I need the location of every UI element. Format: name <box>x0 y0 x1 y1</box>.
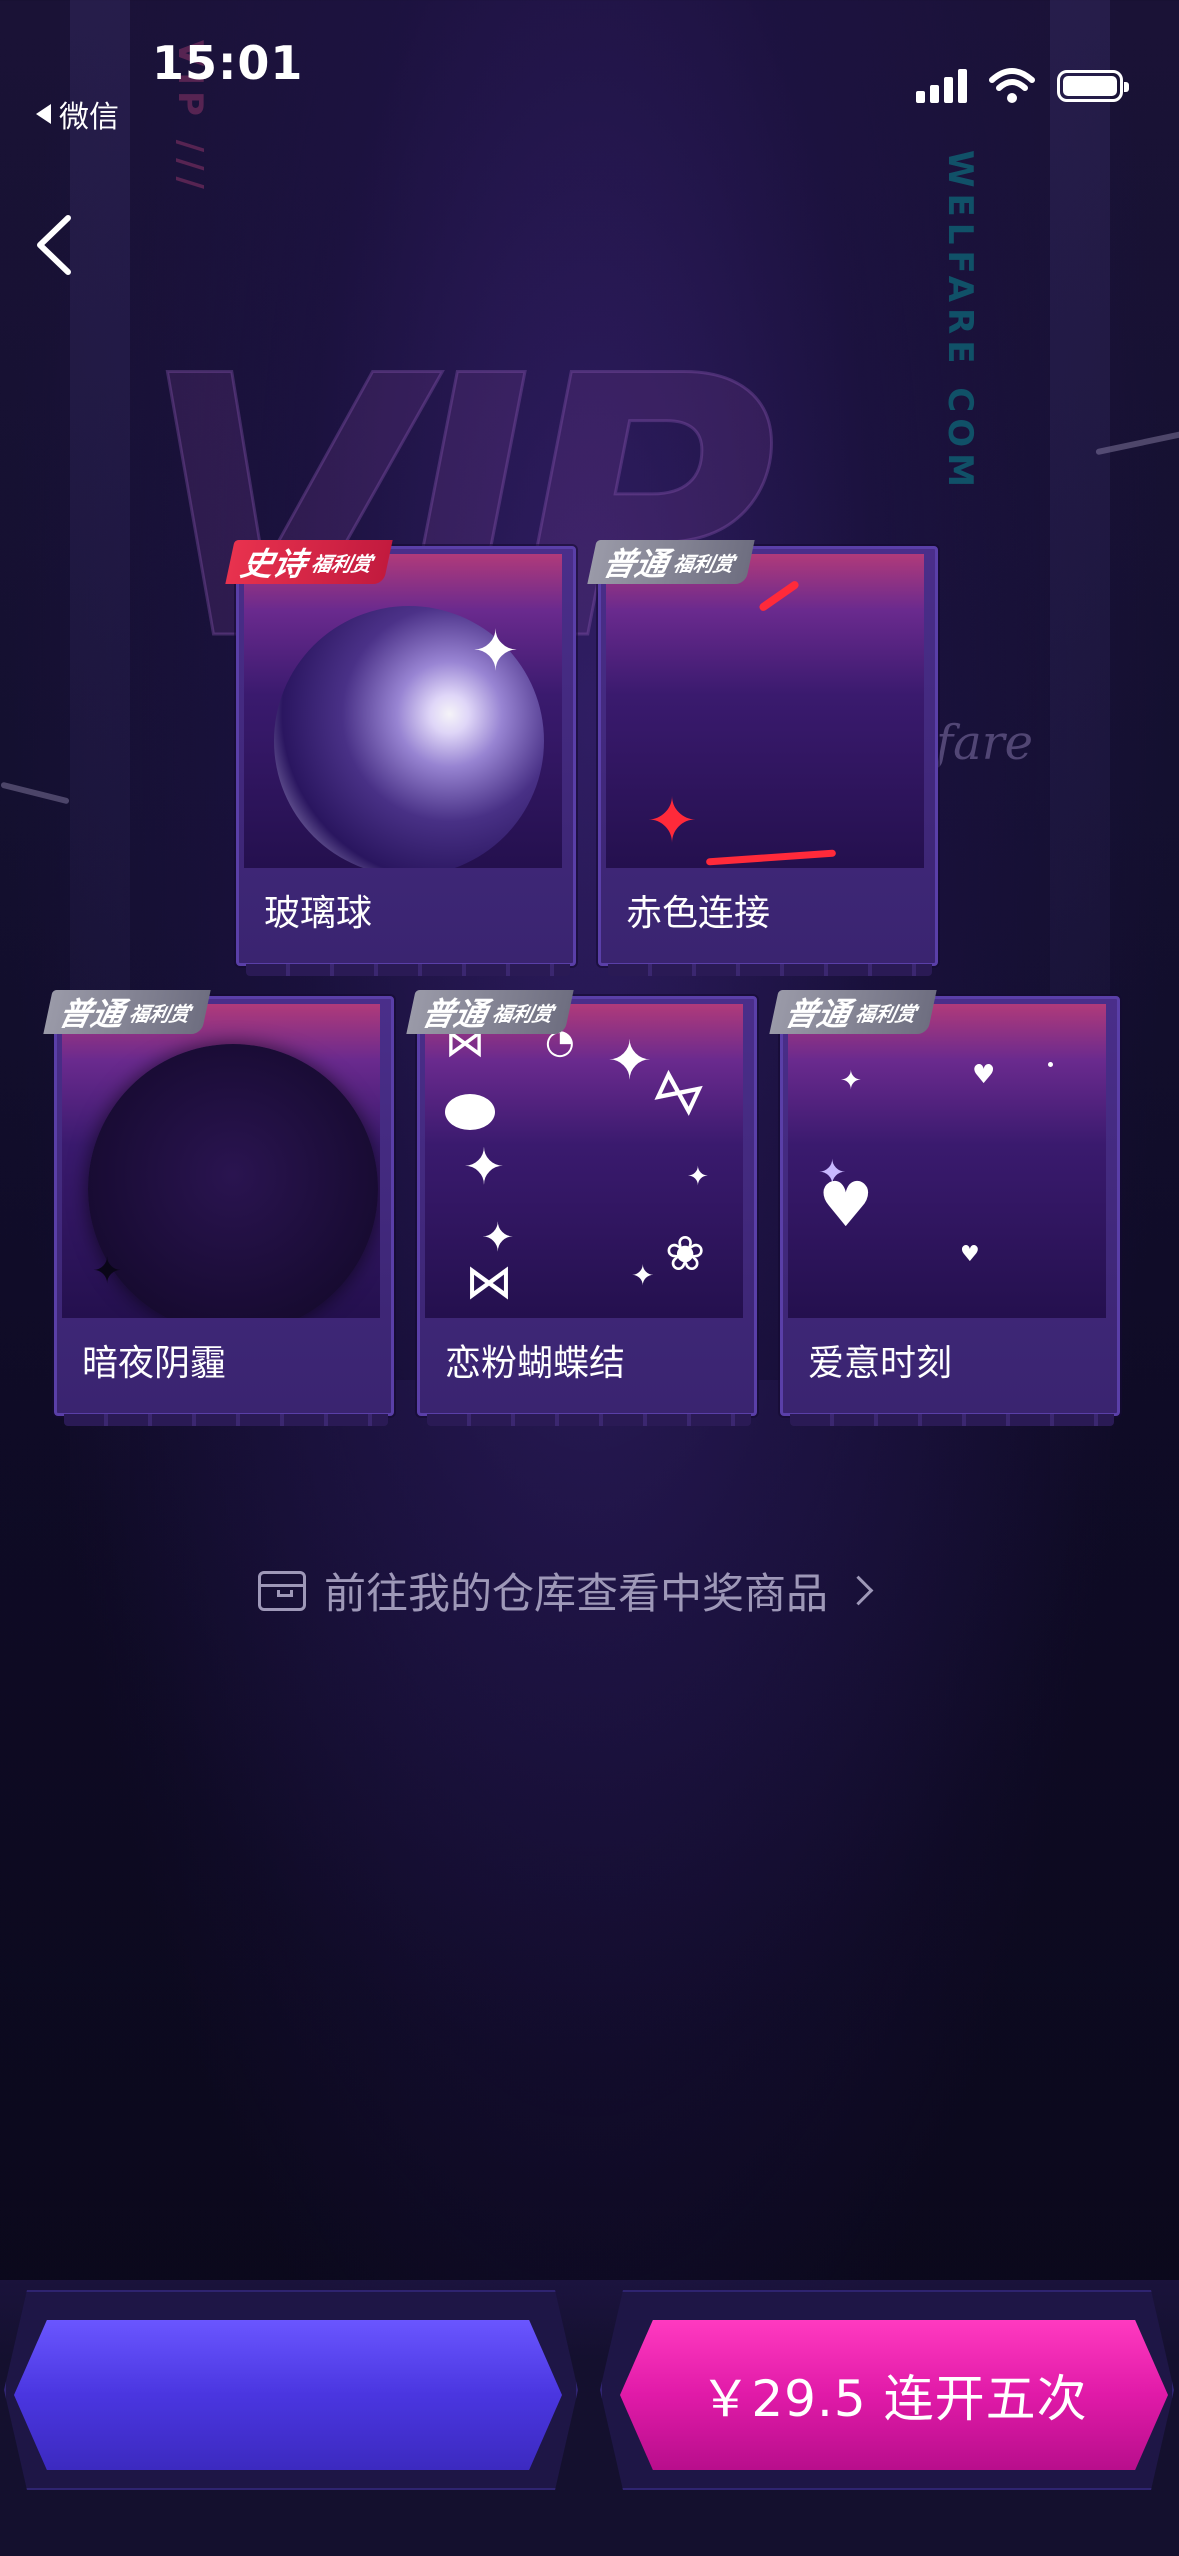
prize-image-red-link: ✦ <box>606 554 924 868</box>
box-icon <box>258 1570 306 1611</box>
open-once-button[interactable] <box>14 2320 562 2470</box>
badge-sub: 福利赏 <box>490 1001 556 1026</box>
prize-card[interactable]: ⋈ ◔ ✦ ⋈ ✦ ✦ ✦ ⋈ ❀ ✦ 恋粉蝴蝶结 普通 福利赏 <box>406 990 757 1426</box>
chevron-right-icon <box>843 1575 874 1606</box>
prize-name: 爱意时刻 <box>808 1343 953 1384</box>
badge-sub: 福利赏 <box>853 1001 919 1026</box>
wifi-icon <box>989 68 1035 103</box>
sparkle-icon: ✦ <box>481 1215 515 1261</box>
normal-badge: 普通 福利赏 <box>43 990 211 1034</box>
back-triangle-icon <box>36 104 51 124</box>
heart-icon: ♥ <box>818 1168 874 1241</box>
sparkle-icon: ✦ <box>687 1162 709 1192</box>
battery-icon <box>1057 70 1129 102</box>
normal-badge: 普通 福利赏 <box>769 990 937 1034</box>
badge-tier: 普通 <box>418 995 491 1033</box>
heart-icon: ♥ <box>960 1242 980 1267</box>
sparkle-icon: ✦ <box>463 1138 505 1196</box>
prize-image-love-moment: ✦ ♥ ✦ ♥ ♥ <box>788 1004 1106 1318</box>
card-base <box>246 964 570 976</box>
badge-tier: 史诗 <box>237 545 310 583</box>
open-five-times-button[interactable]: ￥29.5 连开五次 <box>620 2320 1168 2470</box>
prize-card[interactable]: ✦ 暗夜阴霾 普通 福利赏 <box>43 990 394 1426</box>
prize-name: 恋粉蝴蝶结 <box>445 1343 626 1384</box>
badge-sub: 福利赏 <box>309 551 375 576</box>
warehouse-link-label: 前往我的仓库查看中奖商品 <box>324 1569 829 1618</box>
badge-sub: 福利赏 <box>127 1001 193 1026</box>
status-back-label: 微信 <box>59 100 119 135</box>
status-back-to-app[interactable]: 微信 <box>36 92 119 136</box>
badge-tier: 普通 <box>599 545 672 583</box>
dark-sparkle-icon: ✦ <box>92 1251 123 1292</box>
red-stroke-icon <box>757 579 801 613</box>
bow-icon: ⋈ <box>645 1056 713 1128</box>
prize-image-glass-ball: ✦ <box>244 554 562 868</box>
prize-image-pink-bow: ⋈ ◔ ✦ ⋈ ✦ ✦ ✦ ⋈ ❀ ✦ <box>425 1004 743 1318</box>
badge-tier: 普通 <box>55 995 128 1033</box>
red-stroke-icon <box>705 849 837 866</box>
normal-badge: 普通 福利赏 <box>587 540 755 584</box>
card-base <box>608 964 932 976</box>
red-sparkle-icon: ✦ <box>646 784 698 857</box>
bg-stage-floor <box>0 1380 1179 2180</box>
normal-badge: 普通 福利赏 <box>406 990 574 1034</box>
prize-name: 暗夜阴霾 <box>82 1343 227 1384</box>
prize-name: 玻璃球 <box>264 893 373 934</box>
card-base <box>790 1414 1114 1426</box>
dot-icon <box>1048 1062 1053 1067</box>
prize-name: 赤色连接 <box>626 893 771 934</box>
sparkle-icon: ✦ <box>607 1029 653 1092</box>
card-base <box>427 1414 751 1426</box>
sparkle-icon: ✦ <box>840 1066 862 1096</box>
chevron-left-icon[interactable] <box>30 210 90 280</box>
prize-card[interactable]: ✦ ♥ ✦ ♥ ♥ 爱意时刻 普通 福利赏 <box>769 990 1120 1426</box>
prize-card[interactable]: ✦ 赤色连接 普通 福利赏 <box>587 540 938 976</box>
bg-neon-sign-right: WELFARE COM <box>940 150 980 493</box>
epic-badge: 史诗 福利赏 <box>225 540 393 584</box>
badge-sub: 福利赏 <box>671 551 737 576</box>
signal-icon <box>916 69 967 103</box>
warehouse-link[interactable]: 前往我的仓库查看中奖商品 <box>258 1560 874 1621</box>
status-icons <box>916 68 1129 104</box>
prize-image-dark-haze: ✦ <box>62 1004 380 1318</box>
prize-card[interactable]: ✦ 玻璃球 史诗 福利赏 <box>225 540 576 976</box>
heart-icon: ♥ <box>972 1060 996 1090</box>
card-base <box>64 1414 388 1426</box>
paw-icon: ❀ <box>665 1226 706 1282</box>
oval-icon <box>445 1094 495 1130</box>
sparkle-icon: ✦ <box>631 1259 655 1292</box>
badge-tier: 普通 <box>781 995 854 1033</box>
bg-light-streak <box>0 781 70 805</box>
sparkle-icon: ✦ <box>472 619 519 684</box>
dark-orb-icon <box>88 1044 378 1318</box>
status-time: 15:01 <box>152 36 304 90</box>
bow-icon: ⋈ <box>465 1254 513 1310</box>
